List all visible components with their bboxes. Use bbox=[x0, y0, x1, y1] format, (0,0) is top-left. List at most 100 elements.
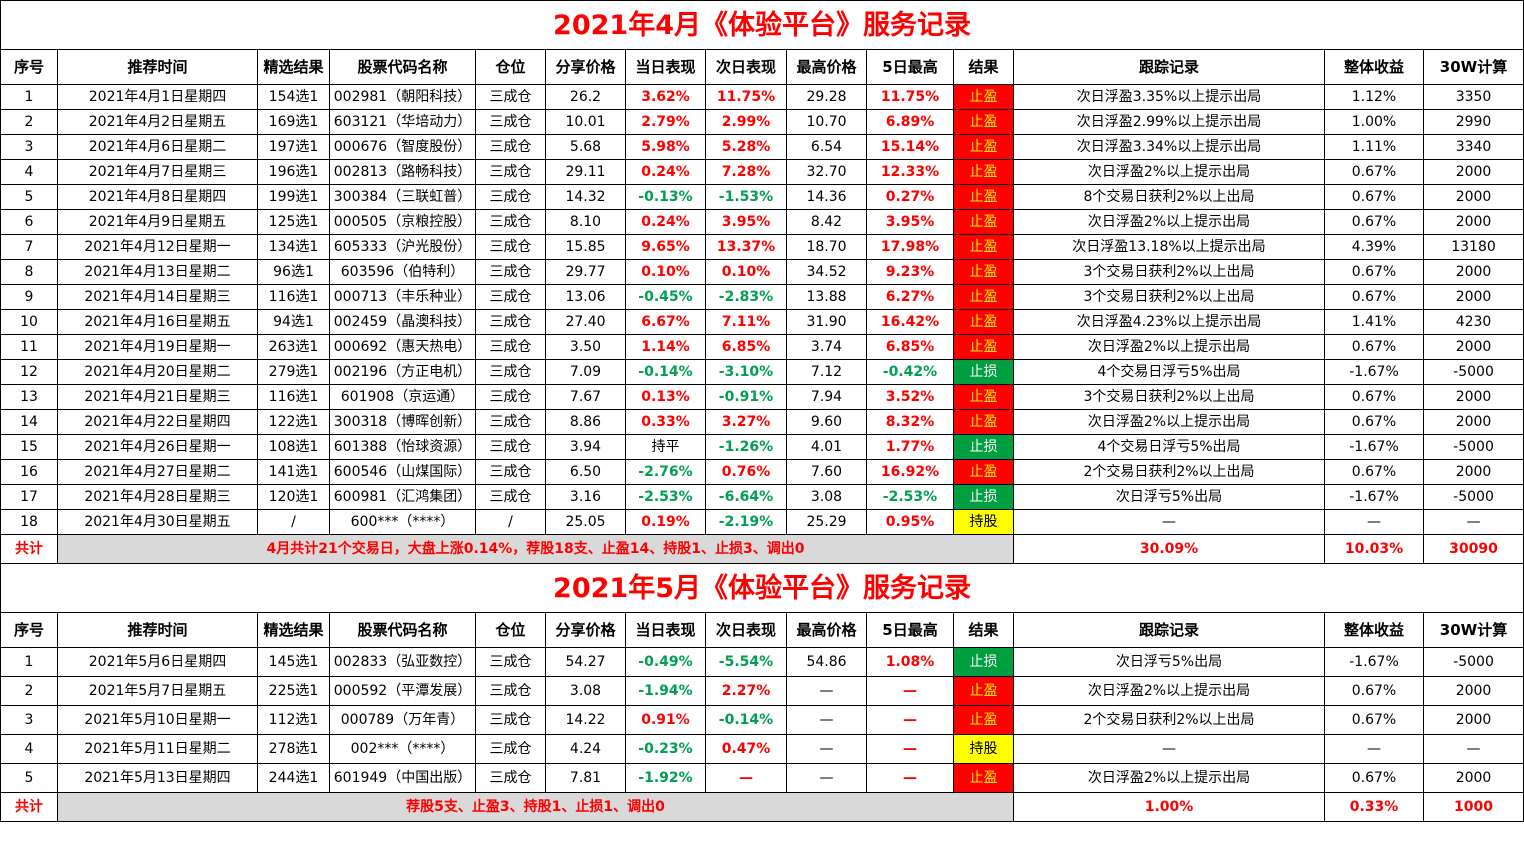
position: 三成仓 bbox=[475, 705, 546, 735]
calc-30w: -5000 bbox=[1422, 484, 1524, 510]
next-day-performance: 13.37% bbox=[705, 234, 787, 260]
position: 三成仓 bbox=[475, 109, 546, 135]
pick-result: 196选1 bbox=[257, 159, 330, 185]
pick-result: 279选1 bbox=[257, 359, 330, 385]
position: 三成仓 bbox=[475, 284, 546, 310]
day-performance: -0.45% bbox=[625, 284, 706, 310]
total-row: 共计 4月共计21个交易日，大盘上涨0.14%，荐股18支、止盈14、持股1、止损… bbox=[0, 534, 1524, 564]
five-day-high: 8.32% bbox=[866, 409, 954, 435]
row-index: 4 bbox=[0, 734, 58, 764]
overall-return: — bbox=[1324, 734, 1424, 764]
share-price: 26.2 bbox=[545, 84, 626, 110]
recommend-time: 2021年5月11日星期二 bbox=[57, 734, 258, 764]
row-index: 8 bbox=[0, 259, 58, 285]
tracking-record: 2个交易日获利2%以上出局 bbox=[1013, 459, 1325, 485]
tracking-record: 次日浮盈2%以上提示出局 bbox=[1013, 763, 1325, 793]
high-price: 18.70 bbox=[786, 234, 867, 260]
high-price: 9.60 bbox=[786, 409, 867, 435]
share-price: 8.86 bbox=[545, 409, 626, 435]
five-day-high: -0.42% bbox=[866, 359, 954, 385]
calc-30w: -5000 bbox=[1422, 434, 1524, 460]
position: 三成仓 bbox=[475, 647, 546, 677]
calc-30w: 2000 bbox=[1422, 705, 1524, 735]
stock-name: 601949（中国出版） bbox=[329, 763, 476, 793]
high-price: 6.54 bbox=[786, 134, 867, 160]
table-row: 7 2021年4月12日星期一 134选1 605333（沪光股份） 三成仓 15.85 9… bbox=[0, 234, 1524, 260]
day-performance: 1.14% bbox=[625, 334, 706, 360]
calc-30w: 2000 bbox=[1422, 384, 1524, 410]
stock-name: 605333（沪光股份） bbox=[329, 234, 476, 260]
high-price: 10.70 bbox=[786, 109, 867, 135]
share-price: 3.08 bbox=[545, 676, 626, 706]
total-gain: 10.03% bbox=[1324, 534, 1424, 564]
table-row: 5 2021年4月8日星期四 199选1 300384（三联虹普） 三成仓 14.32 -0… bbox=[0, 184, 1524, 210]
recommend-time: 2021年4月14日星期三 bbox=[57, 284, 258, 310]
share-price: 7.09 bbox=[545, 359, 626, 385]
position: 三成仓 bbox=[475, 134, 546, 160]
row-index: 7 bbox=[0, 234, 58, 260]
five-day-high: 11.75% bbox=[866, 84, 954, 110]
pick-result: 112选1 bbox=[257, 705, 330, 735]
day-performance: -1.94% bbox=[625, 676, 706, 706]
pick-result: / bbox=[257, 509, 330, 535]
result-badge: 止盈 bbox=[953, 184, 1014, 210]
row-index: 18 bbox=[0, 509, 58, 535]
stock-name: 600546（山煤国际） bbox=[329, 459, 476, 485]
next-day-performance: -2.19% bbox=[705, 509, 787, 535]
total-label: 共计 bbox=[0, 792, 58, 822]
recommend-time: 2021年4月2日星期五 bbox=[57, 109, 258, 135]
day-performance: -0.23% bbox=[625, 734, 706, 764]
position: 三成仓 bbox=[475, 384, 546, 410]
share-price: 13.06 bbox=[545, 284, 626, 310]
pick-result: 278选1 bbox=[257, 734, 330, 764]
calc-30w: 2000 bbox=[1422, 259, 1524, 285]
table-row: 14 2021年4月22日星期四 122选1 300318（博晖创新） 三成仓 8.86 0… bbox=[0, 409, 1524, 435]
table-row: 18 2021年4月30日星期五/600***（****）/25.05 0.19% -… bbox=[0, 509, 1524, 535]
stock-name: 002196（方正电机） bbox=[329, 359, 476, 385]
day-performance: 2.79% bbox=[625, 109, 706, 135]
table-row: 17 2021年4月28日星期三 120选1 600981（汇鸿集团） 三成仓 3.16-… bbox=[0, 484, 1524, 510]
overall-return: 4.39% bbox=[1324, 234, 1424, 260]
recommend-time: 2021年4月27日星期二 bbox=[57, 459, 258, 485]
position: 三成仓 bbox=[475, 209, 546, 235]
overall-return: 0.67% bbox=[1324, 259, 1424, 285]
pick-result: 94选1 bbox=[257, 309, 330, 335]
pick-result: 169选1 bbox=[257, 109, 330, 135]
share-price: 6.50 bbox=[545, 459, 626, 485]
overall-return: 1.00% bbox=[1324, 109, 1424, 135]
stock-name: 002***（****） bbox=[329, 734, 476, 764]
position: 三成仓 bbox=[475, 676, 546, 706]
next-day-performance: 0.47% bbox=[705, 734, 787, 764]
result-badge: 止盈 bbox=[953, 134, 1014, 160]
calc-30w: 2000 bbox=[1422, 209, 1524, 235]
calc-30w: 2000 bbox=[1422, 159, 1524, 185]
row-index: 1 bbox=[0, 647, 58, 677]
next-day-performance: 3.95% bbox=[705, 209, 787, 235]
next-day-performance: 6.85% bbox=[705, 334, 787, 360]
share-price: 29.11 bbox=[545, 159, 626, 185]
col-day-performance-header: 当日表现 bbox=[625, 49, 706, 85]
five-day-high: — bbox=[866, 734, 954, 764]
stock-name: 300318（博晖创新） bbox=[329, 409, 476, 435]
five-day-high: -2.53% bbox=[866, 484, 954, 510]
high-price: 25.29 bbox=[786, 509, 867, 535]
day-performance: 9.65% bbox=[625, 234, 706, 260]
next-day-performance: 7.11% bbox=[705, 309, 787, 335]
position: 三成仓 bbox=[475, 434, 546, 460]
col-stock-name-header: 股票代码名称 bbox=[329, 612, 476, 648]
tracking-record: 次日浮盈4.23%以上提示出局 bbox=[1013, 309, 1325, 335]
stock-name: 002833（弘亚数控） bbox=[329, 647, 476, 677]
next-day-performance: — bbox=[705, 763, 787, 793]
day-performance: -2.76% bbox=[625, 459, 706, 485]
pick-result: 225选1 bbox=[257, 676, 330, 706]
april-title: 2021年4月《体验平台》服务记录 bbox=[0, 0, 1524, 50]
col-pick-result-header: 精选结果 bbox=[257, 49, 330, 85]
five-day-high: 6.27% bbox=[866, 284, 954, 310]
calc-30w: 2000 bbox=[1422, 284, 1524, 310]
tracking-record: 2个交易日获利2%以上出局 bbox=[1013, 705, 1325, 735]
stock-name: 600981（汇鸿集团） bbox=[329, 484, 476, 510]
table-row: 4 2021年5月11日星期二 278选1 002***（****） 三成仓 4.24 -0… bbox=[0, 734, 1524, 764]
pick-result: 108选1 bbox=[257, 434, 330, 460]
total-label: 共计 bbox=[0, 534, 58, 564]
result-badge: 止盈 bbox=[953, 159, 1014, 185]
